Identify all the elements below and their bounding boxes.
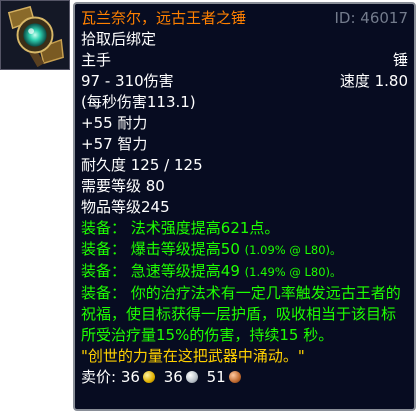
item-icon-frame[interactable] — [0, 0, 70, 70]
equip-label: 装备： — [81, 219, 127, 237]
equip-label: 装备： — [81, 262, 127, 280]
item-id: ID: 46017 — [334, 9, 408, 27]
equip-spellpower: 装备： 法术强度提高621点。 — [81, 218, 408, 239]
durability-text: 耐久度 125 / 125 — [81, 156, 203, 174]
binding-text: 拾取后绑定 — [81, 30, 157, 48]
flavor-text: "创世的力量在这把武器中涌动。" — [81, 347, 305, 365]
slot-text: 主手 — [81, 51, 112, 69]
equip-note: (1.09% @ L80)。 — [244, 243, 342, 257]
sell-label: 卖价: — [81, 368, 117, 386]
equip-note: (1.49% @ L80)。 — [244, 265, 342, 279]
damage-text: 97 - 310伤害 — [81, 72, 174, 90]
gold-coin-icon — [142, 371, 155, 383]
speed-text: 速度 1.80 — [339, 72, 408, 90]
equip-proc-text: 装备： 你的治疗法术有一定几率触发远古王者的祝福，使目标获得一层护盾，吸收相当于… — [81, 284, 401, 344]
required-level-text: 需要等级 80 — [81, 177, 165, 195]
copper-coin-icon — [228, 371, 241, 383]
equip-label: 装备： — [81, 240, 127, 258]
damage-row: 97 - 310伤害 速度 1.80 — [81, 71, 408, 92]
copper-amount: 51 — [206, 368, 226, 386]
item-level-text: 物品等级245 — [81, 198, 170, 216]
equip-crit: 装备： 爆击等级提高50 (1.09% @ L80)。 — [81, 239, 408, 261]
tooltip-header: 瓦兰奈尔，远古王者之锤 ID: 46017 — [81, 8, 408, 29]
slot-row: 主手 锤 — [81, 50, 408, 71]
silver-amount: 36 — [163, 368, 183, 386]
gold-amount: 36 — [120, 368, 140, 386]
equip-text: 法术强度提高621点。 — [130, 219, 280, 237]
sell-price: 卖价: 36 36 51 — [81, 367, 408, 388]
dps-text: (每秒伤害113.1) — [81, 93, 196, 111]
item-tooltip: 瓦兰奈尔，远古王者之锤 ID: 46017 拾取后绑定 主手 锤 97 - 31… — [73, 2, 416, 411]
weapon-type-text: 锤 — [392, 51, 408, 69]
stat-intellect: +57 智力 — [81, 135, 148, 153]
equip-text: 急速等级提高49 — [130, 262, 240, 280]
item-name[interactable]: 瓦兰奈尔，远古王者之锤 — [81, 8, 246, 29]
silver-coin-icon — [185, 371, 198, 383]
equip-text: 爆击等级提高50 — [130, 240, 240, 258]
equip-haste: 装备： 急速等级提高49 (1.49% @ L80)。 — [81, 261, 408, 283]
hammer-icon — [1, 1, 69, 69]
stat-stamina: +55 耐力 — [81, 114, 148, 132]
